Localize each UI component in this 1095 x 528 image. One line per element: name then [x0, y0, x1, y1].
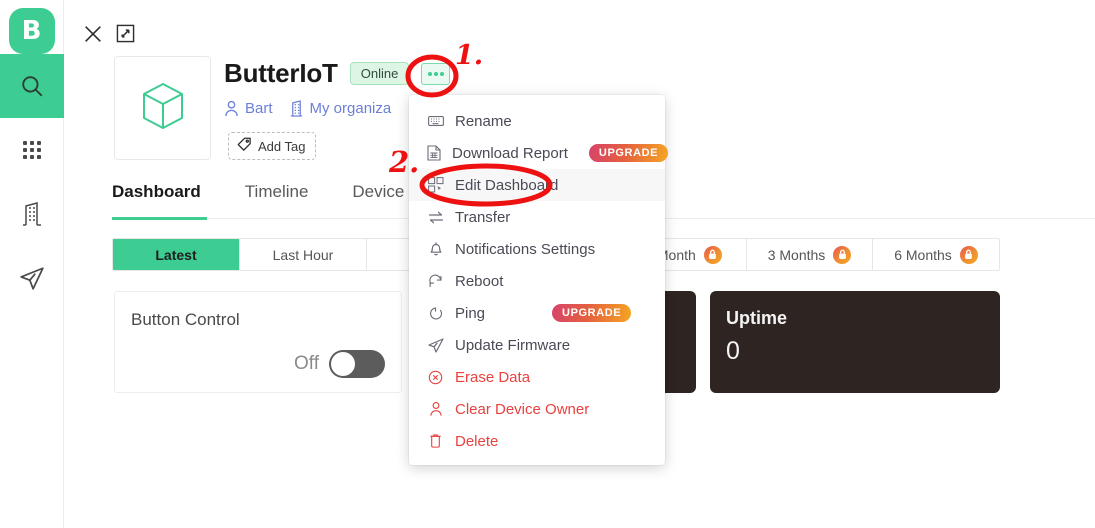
device-name: ButterIoT [224, 58, 338, 88]
menu-item-label: Download Report [452, 144, 568, 162]
rail-item-search[interactable] [0, 54, 64, 118]
menu-item-label: Update Firmware [455, 336, 571, 354]
menu-item-label: Delete [455, 432, 499, 450]
erase-x-circle-icon [427, 370, 444, 385]
lock-icon [703, 245, 722, 264]
menu-item-download-report[interactable]: Download Report UPGRADE [409, 137, 669, 169]
lock-icon [833, 245, 852, 264]
menu-item-clear-device-owner[interactable]: Clear Device Owner [409, 393, 665, 425]
menu-item-ping[interactable]: Ping UPGRADE [409, 297, 665, 329]
rail-item-organization[interactable] [0, 182, 64, 246]
menu-item-edit-dashboard[interactable]: Edit Dashboard [409, 169, 665, 201]
menu-item-reboot[interactable]: Reboot [409, 265, 665, 297]
menu-item-label: Notifications Settings [455, 240, 596, 258]
menu-item-label: Rename [455, 112, 512, 130]
bell-icon [427, 241, 444, 257]
reboot-refresh-icon [427, 274, 444, 289]
widget-title: Uptime [726, 308, 788, 328]
upgrade-badge[interactable]: UPGRADE [552, 304, 632, 322]
device-thumbnail [114, 56, 211, 160]
kebab-dot-icon [439, 71, 444, 76]
menu-item-rename[interactable]: Rename [409, 105, 665, 137]
menu-item-transfer[interactable]: Transfer [409, 201, 665, 233]
status-badge: Online [349, 62, 410, 85]
tab-dashboard[interactable]: Dashboard [112, 182, 201, 214]
menu-item-update-firmware[interactable]: Update Firmware [409, 329, 665, 361]
trash-icon [427, 433, 444, 449]
device-meta: Bart My organiza [224, 100, 391, 117]
user-icon [224, 100, 239, 117]
transfer-arrows-icon [427, 211, 444, 224]
device-title-row: ButterIoT Online [224, 58, 451, 89]
kebab-menu-button[interactable] [421, 62, 451, 85]
user-icon [427, 401, 444, 417]
annotation-step-1: 1. [455, 40, 484, 71]
toggle-knob [331, 352, 355, 376]
tab-timeline[interactable]: Timeline [245, 182, 309, 214]
toggle-switch[interactable] [329, 350, 385, 378]
widget-uptime: Uptime 0 [710, 291, 1000, 393]
menu-item-delete[interactable]: Delete [409, 425, 665, 457]
rail-item-apps[interactable] [0, 118, 64, 182]
device-organization-label: My organiza [309, 100, 392, 117]
cube-3d-icon [140, 81, 186, 136]
menu-item-label: Edit Dashboard [455, 176, 559, 194]
device-organization[interactable]: My organiza [289, 100, 392, 117]
collapse-window-icon [116, 24, 135, 47]
app-window: B ButterIoT Online Bart My organiza Add … [0, 0, 1095, 528]
left-nav-rail: B [0, 0, 64, 528]
menu-item-label: Reboot [455, 272, 504, 290]
kebab-dot-icon [433, 71, 438, 76]
apps-grid-icon [20, 138, 44, 162]
building-icon [289, 100, 304, 117]
app-logo-letter: B [21, 16, 42, 46]
device-owner[interactable]: Bart [224, 100, 273, 117]
annotation-step-2: 2. [389, 145, 420, 179]
menu-item-notifications-settings[interactable]: Notifications Settings [409, 233, 665, 265]
close-icon [82, 26, 104, 49]
range-last-hour[interactable]: Last Hour [240, 239, 367, 270]
range-label: Last Hour [272, 246, 334, 263]
tab-active-underline [112, 217, 207, 220]
range-6-months[interactable]: 6 Months [873, 239, 999, 270]
send-paper-plane-icon [19, 265, 45, 291]
tag-icon [237, 137, 252, 155]
search-icon [19, 73, 45, 99]
toggle-state-label: Off [294, 353, 319, 374]
edit-dashboard-icon [427, 177, 444, 193]
close-button[interactable] [82, 23, 104, 50]
menu-item-label: Transfer [455, 208, 511, 226]
kebab-dot-icon [427, 71, 432, 76]
range-label: 3 Months [767, 246, 826, 263]
add-tag-button[interactable]: Add Tag [228, 132, 317, 160]
report-document-icon [427, 145, 441, 161]
organization-building-icon [20, 201, 44, 227]
menu-item-label: Clear Device Owner [455, 400, 590, 418]
range-3-months[interactable]: 3 Months [747, 239, 873, 270]
widget-title: Button Control [131, 310, 240, 329]
toggle-control[interactable]: Off [294, 350, 385, 378]
range-label: Latest [155, 246, 197, 263]
device-context-menu: Rename Download Report UPGRADE Edit Dash… [409, 95, 669, 465]
ping-circle-icon [427, 306, 444, 321]
menu-item-label: Ping [455, 304, 486, 322]
menu-item-erase-data[interactable]: Erase Data [409, 361, 665, 393]
range-label: 6 Months [894, 246, 952, 263]
menu-item-label: Erase Data [455, 368, 531, 386]
rail-item-send[interactable] [0, 246, 64, 310]
upgrade-badge[interactable]: UPGRADE [588, 144, 669, 162]
add-tag-label: Add Tag [258, 138, 306, 154]
device-owner-label: Bart [245, 100, 273, 117]
range-latest[interactable]: Latest [113, 239, 240, 270]
paper-plane-icon [427, 337, 444, 353]
widget-value: 0 [726, 337, 740, 365]
widget-button-control: Button Control Off [114, 291, 402, 393]
rename-keyboard-icon [427, 115, 444, 127]
lock-icon [959, 245, 978, 264]
app-logo: B [8, 8, 55, 54]
collapse-window-button[interactable] [116, 24, 135, 48]
